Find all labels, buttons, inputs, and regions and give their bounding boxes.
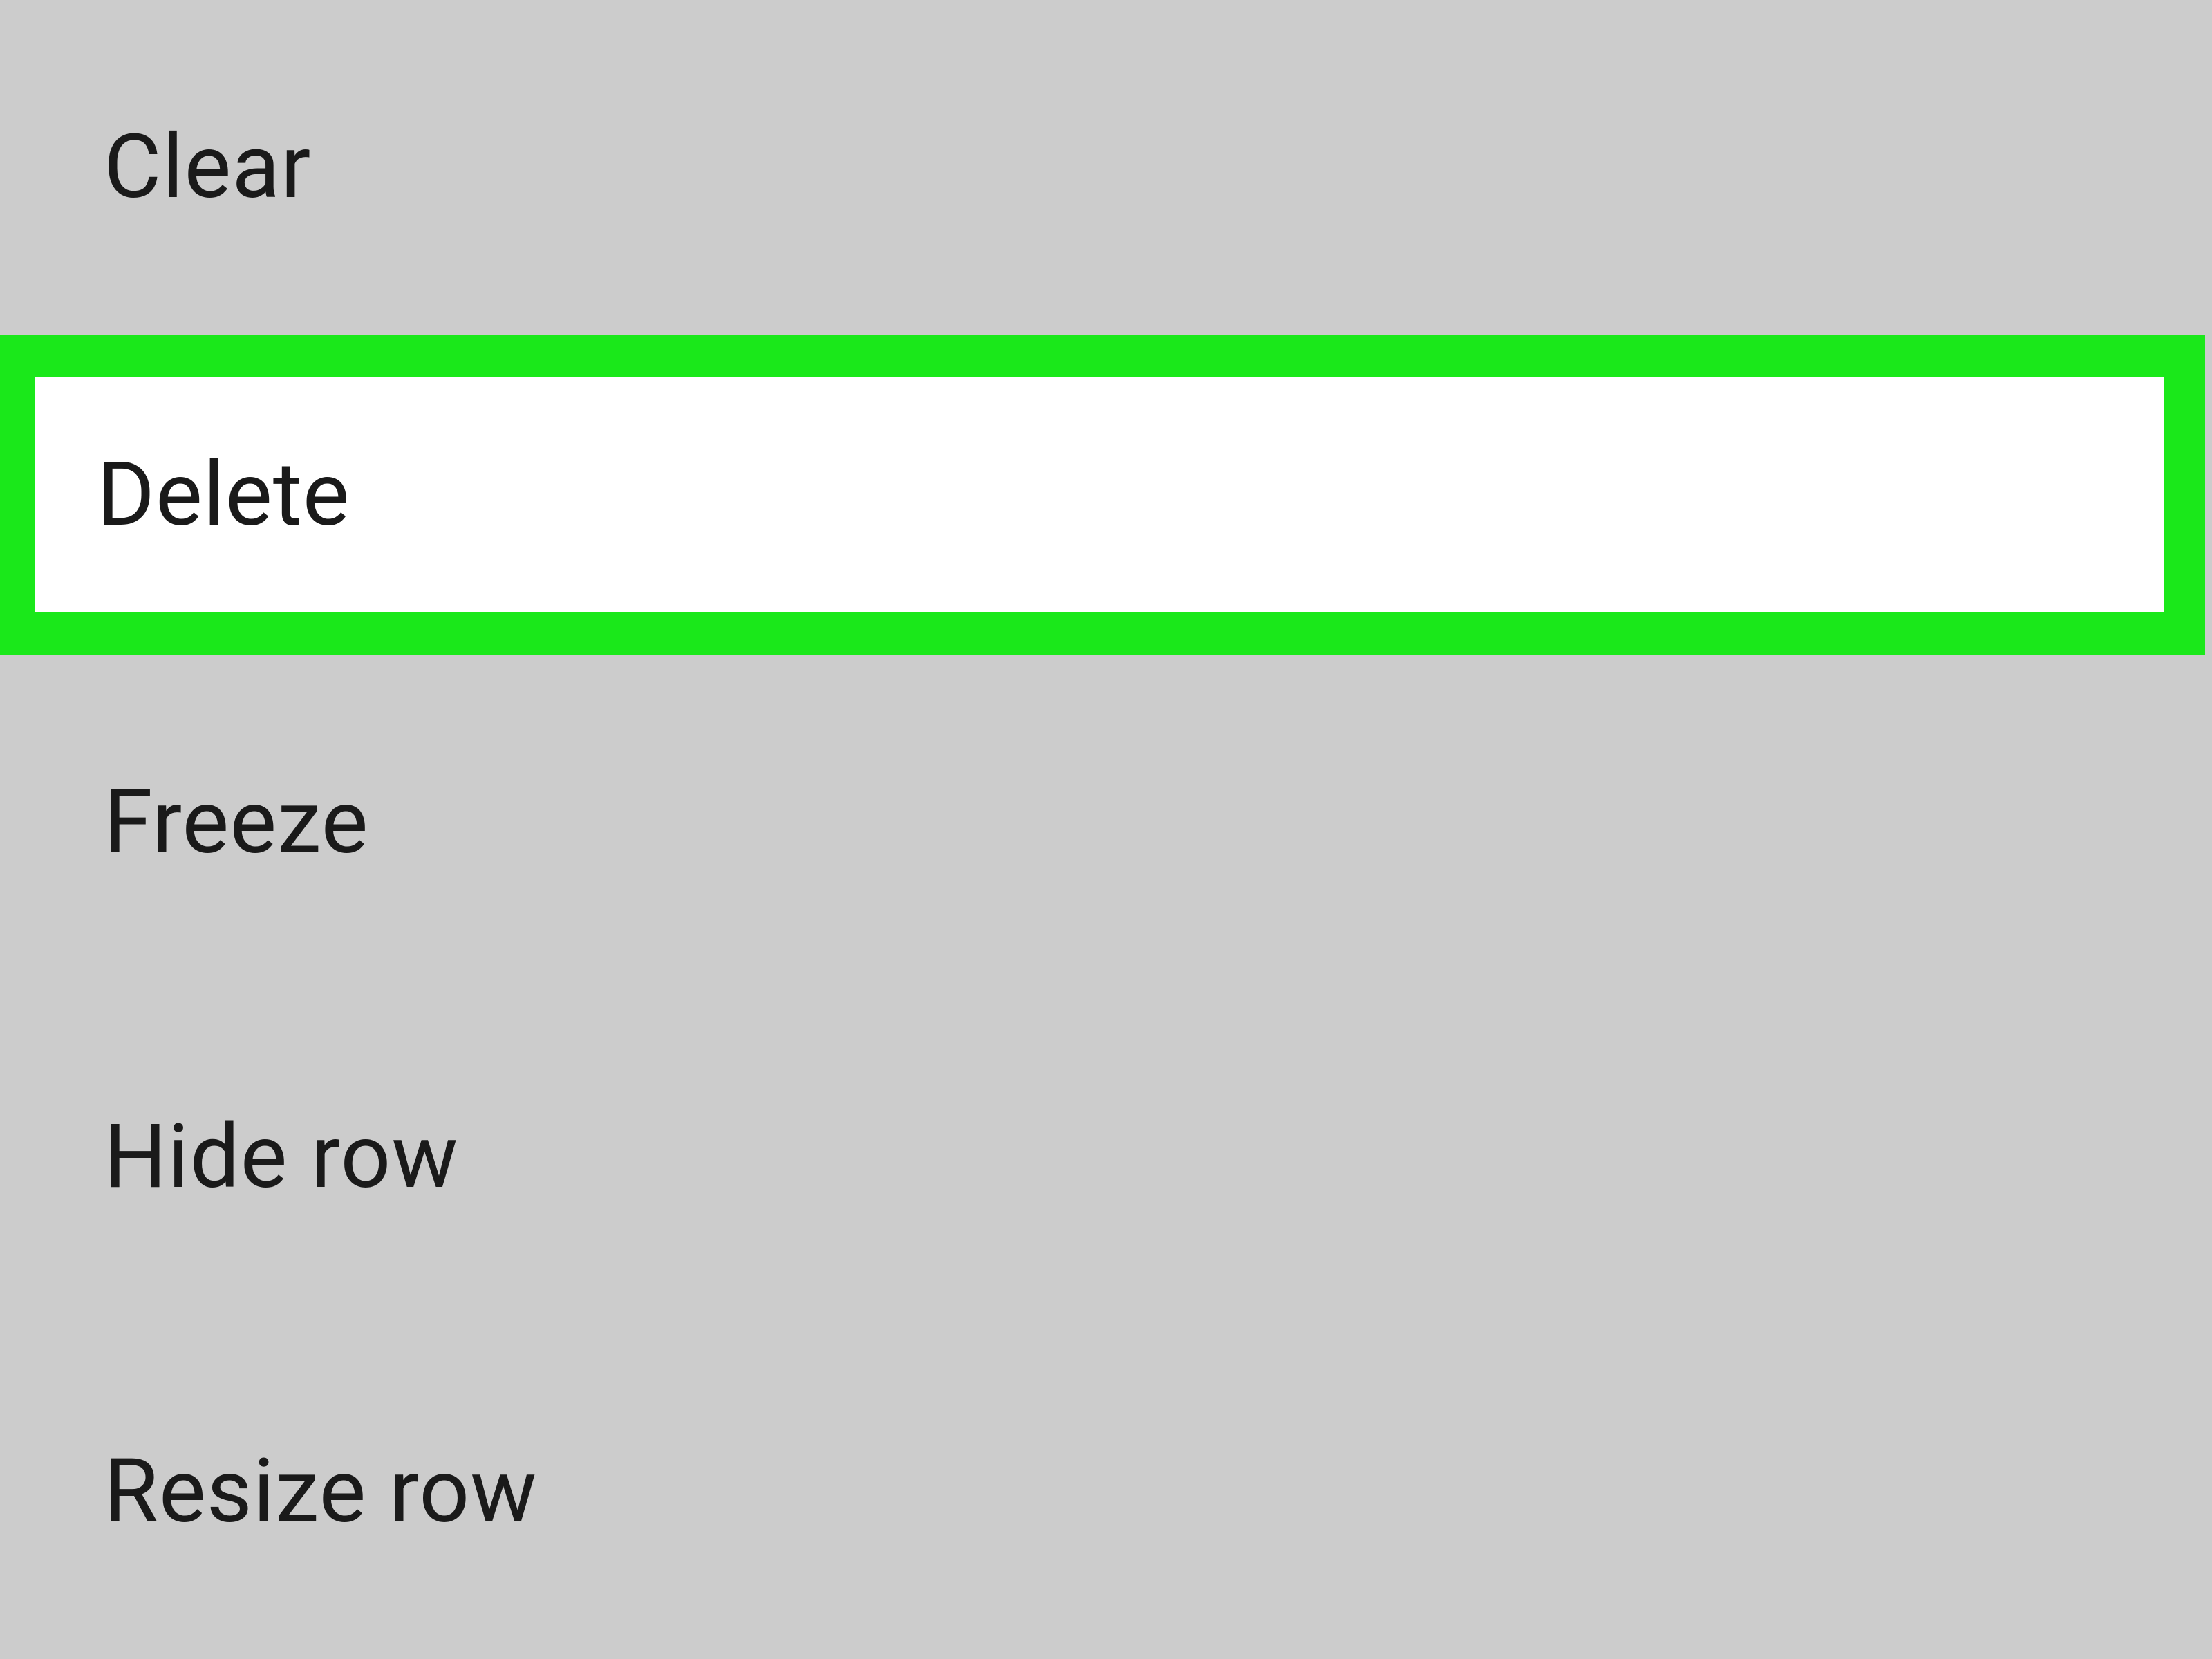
- menu-item-label: Clear: [104, 115, 311, 219]
- menu-item-freeze[interactable]: Freeze: [0, 655, 2212, 990]
- menu-item-label: Resize row: [104, 1440, 537, 1544]
- menu-item-hide-row[interactable]: Hide row: [0, 990, 2212, 1324]
- context-menu: Clear Delete Freeze Hide row Resize row: [0, 0, 2212, 1659]
- menu-item-label: Freeze: [104, 771, 368, 874]
- menu-item-resize-row[interactable]: Resize row: [0, 1324, 2212, 1659]
- menu-item-delete-highlight: Delete: [0, 335, 2205, 655]
- menu-item-label: Hide row: [104, 1105, 459, 1209]
- menu-item-delete[interactable]: Delete: [35, 377, 2164, 612]
- highlight-border: Delete: [0, 335, 2205, 655]
- menu-item-label: Delete: [97, 443, 350, 547]
- menu-item-clear[interactable]: Clear: [0, 0, 2212, 335]
